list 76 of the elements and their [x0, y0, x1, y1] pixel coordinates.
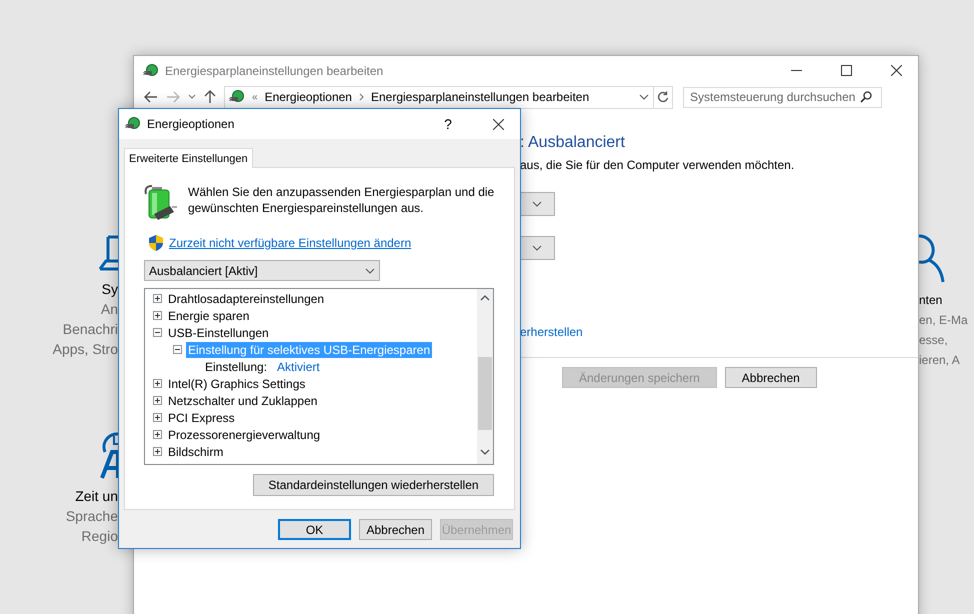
setting-label: Einstellung: — [204, 358, 268, 374]
tree-item[interactable]: Prozessorenergieverwaltung — [166, 426, 322, 442]
tile-description: An — [100, 300, 118, 319]
dialog-title: Energieoptionen — [147, 117, 236, 131]
tile-description: esse, — [919, 332, 948, 349]
setting-value[interactable]: Aktiviert — [277, 360, 320, 374]
tree-item[interactable]: Bildschirm — [166, 444, 226, 460]
scrollbar[interactable] — [477, 289, 493, 464]
tile-description: en, E-Ma — [919, 312, 968, 329]
change-settings-link[interactable]: Zurzeit nicht verfügbare Einstellungen ändern — [169, 236, 412, 250]
tile-title: Zeit un — [75, 487, 118, 506]
scroll-down-icon[interactable] — [480, 449, 490, 455]
intro-text: Wählen Sie den anzupassenden Energiesparplan und die gewünschten Energiespareinstellungen aus. — [188, 184, 496, 216]
tile-title: nten — [919, 292, 942, 309]
plan-heading: : Ausbalanciert — [520, 134, 625, 152]
breadcrumb-item[interactable]: Energiesparplaneinstellungen bearbeiten — [370, 90, 590, 104]
tree-item[interactable]: PCI Express — [166, 410, 237, 426]
power-plug-icon — [143, 62, 159, 78]
collapse-icon[interactable] — [173, 345, 182, 354]
breadcrumb-item[interactable]: Energieoptionen — [264, 90, 352, 104]
chevron-down-icon — [639, 94, 649, 100]
tile-description: Sprache — [66, 507, 118, 526]
tree-item[interactable]: Intel(R) Graphics Settings — [166, 376, 308, 392]
clock-icon — [98, 430, 118, 480]
close-icon[interactable] — [492, 118, 504, 130]
chevron-down-icon — [365, 268, 375, 274]
chevron-right-icon — [358, 93, 364, 101]
tile-title: Sy — [102, 280, 118, 299]
tree-item[interactable]: Energie sparen — [166, 308, 252, 324]
search-icon — [860, 91, 872, 103]
search-field[interactable]: Systemsteuerung durchsuchen — [683, 86, 882, 108]
refresh-button[interactable] — [653, 86, 673, 108]
back-button[interactable] — [144, 91, 158, 103]
plan-dropdown[interactable]: Ausbalanciert [Aktiv] — [144, 260, 380, 281]
tree-item[interactable]: Drahtlosadaptereinstellungen — [166, 290, 326, 306]
close-icon[interactable] — [890, 65, 902, 76]
tile-description: Regio — [81, 527, 118, 546]
up-button[interactable] — [204, 90, 216, 104]
expand-icon[interactable] — [153, 447, 162, 456]
restore-defaults-button[interactable]: Standardeinstellungen wiederherstellen — [253, 474, 494, 496]
laptop-icon — [98, 235, 118, 273]
tile-description: ieren, A — [919, 352, 960, 369]
expand-icon[interactable] — [153, 294, 162, 303]
help-button[interactable]: ? — [426, 109, 470, 139]
scroll-up-icon[interactable] — [480, 295, 490, 301]
chevron-down-icon — [532, 201, 542, 207]
power-plug-icon — [229, 89, 245, 105]
recent-button[interactable] — [188, 94, 196, 100]
cancel-button[interactable]: Abbrechen — [359, 519, 432, 540]
plan-description: aus, die Sie für den Computer verwenden möchten. — [520, 158, 794, 172]
tree-item[interactable]: USB-Einstellungen — [166, 324, 271, 340]
expand-icon[interactable] — [153, 396, 162, 405]
battery-plug-icon — [144, 184, 178, 222]
tile-description: Apps, Stro — [52, 340, 118, 359]
cancel-button[interactable]: Abbrechen — [724, 367, 817, 388]
window-title: Energiesparplaneinstellungen bearbeiten — [165, 64, 384, 78]
minimize-icon — [790, 70, 802, 71]
expand-icon[interactable] — [153, 413, 162, 422]
dropdown[interactable] — [520, 192, 555, 216]
expand-icon[interactable] — [153, 379, 162, 388]
chevron-down-icon — [532, 245, 542, 251]
dropdown[interactable] — [520, 236, 555, 260]
tab[interactable]: Erweiterte Einstellungen — [124, 148, 253, 168]
expand-icon[interactable] — [153, 311, 162, 320]
ok-button[interactable]: OK — [278, 519, 351, 540]
person-icon — [919, 232, 947, 284]
tree-item[interactable]: Netzschalter und Zuklappen — [166, 392, 320, 408]
shield-icon — [149, 235, 163, 251]
restore-link[interactable]: erherstellen — [520, 325, 583, 339]
overflow-mark[interactable]: « — [252, 92, 258, 102]
collapse-icon[interactable] — [153, 328, 162, 337]
refresh-icon — [657, 91, 669, 103]
tile-description: Benachri — [62, 320, 118, 339]
power-plug-icon — [125, 116, 141, 132]
maximize-icon — [840, 65, 852, 76]
expand-icon[interactable] — [153, 430, 162, 439]
